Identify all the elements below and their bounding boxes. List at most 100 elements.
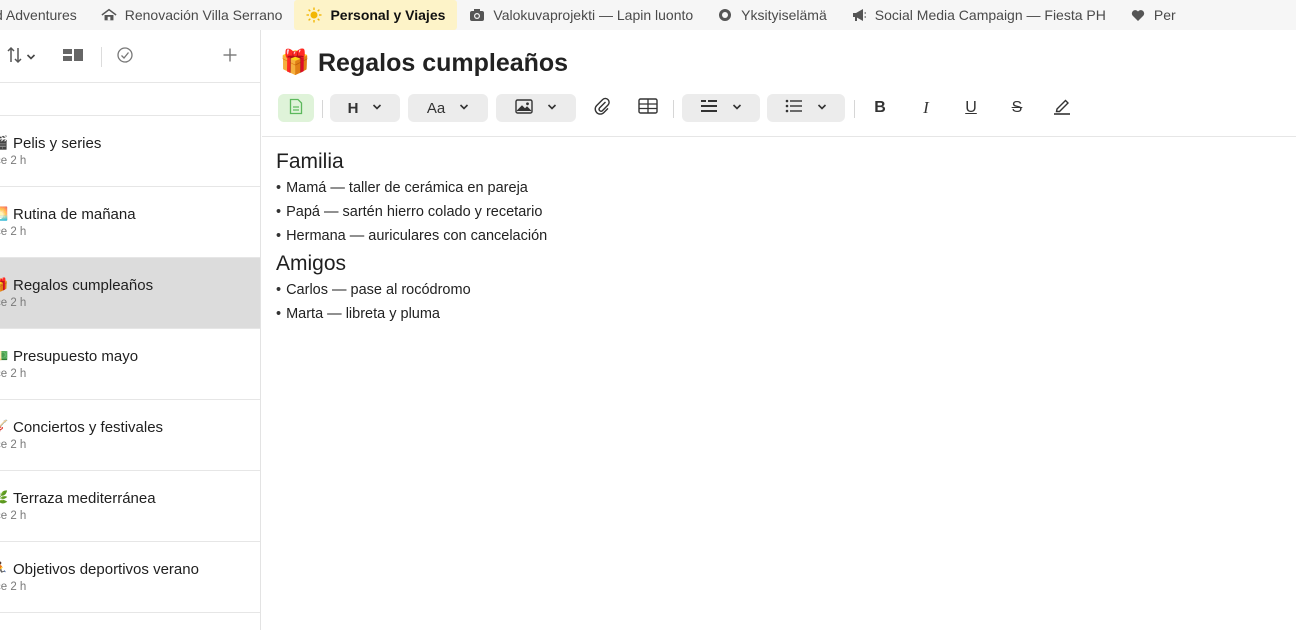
bold-button[interactable]: B	[866, 94, 894, 122]
toolbar-divider-line	[262, 136, 1296, 137]
highlight-button[interactable]	[1048, 94, 1076, 122]
chat-bubble-icon	[717, 7, 733, 23]
bullet-list-icon	[785, 99, 803, 117]
italic-button[interactable]: I	[912, 94, 940, 122]
note-timestamp: ce 2 h	[0, 581, 27, 593]
add-note-button[interactable]	[222, 47, 238, 67]
section-heading: Familia	[276, 150, 344, 173]
toolbar-divider	[322, 100, 323, 118]
tab-social-media-campaign[interactable]: Social Media Campaign — Fiesta PH	[839, 0, 1118, 30]
tab-label: Valokuvaprojekti — Lapin luonto	[493, 7, 694, 23]
tab-label: Yksityiselämä	[741, 7, 827, 23]
note-title: Pelis y series	[13, 135, 102, 152]
tab-per[interactable]: Per	[1118, 0, 1188, 30]
check-circle-icon	[116, 46, 134, 69]
list-item-note-selected[interactable]: 🎁 Regalos cumpleaños ce 2 h	[0, 258, 260, 329]
sort-button[interactable]	[6, 46, 36, 69]
note-emoji: 🌿	[0, 490, 8, 506]
note-emoji: 🏃	[0, 561, 8, 577]
note-emoji: 🌅	[0, 206, 8, 222]
bullet-marker: •	[276, 306, 282, 322]
list-item-text: Marta — libreta y pluma	[286, 306, 440, 322]
bullet-marker: •	[276, 204, 282, 220]
note-title: Terraza mediterránea	[13, 490, 156, 507]
chevron-down-icon	[732, 102, 742, 114]
tab-label: Renovación Villa Serrano	[124, 7, 283, 23]
note-emoji: 🎬	[0, 135, 8, 151]
table-icon	[638, 98, 658, 118]
insert-image-dropdown[interactable]	[496, 94, 576, 122]
completed-filter-button[interactable]	[116, 46, 134, 69]
note-title: Presupuesto mayo	[13, 348, 139, 365]
list-item: • Papá — sartén hierro colado y recetario	[276, 200, 1276, 224]
note-title-emoji[interactable]: 🎁	[280, 48, 310, 78]
note-timestamp: ce 2 h	[0, 297, 27, 309]
list-style-dropdown[interactable]	[767, 94, 845, 122]
tab-renovacion-villa-serrano[interactable]: Renovación Villa Serrano	[89, 0, 295, 30]
toolbar-divider	[673, 100, 674, 118]
note-title: Regalos cumpleaños	[13, 277, 154, 294]
list-item-note[interactable]: 🏃 Objetivos deportivos verano ce 2 h	[0, 542, 260, 613]
section-heading: Amigos	[276, 252, 347, 275]
tab-label: Personal y Viajes	[330, 7, 446, 23]
list-item: • Hermana — auriculares con cancelación	[276, 224, 1276, 248]
highlighter-icon	[1053, 97, 1071, 119]
toolbar-divider	[101, 47, 102, 67]
list-item: • Marta — libreta y pluma	[276, 302, 1276, 326]
tab-personal-y-viajes[interactable]: Personal y Viajes	[294, 0, 458, 30]
chevron-down-icon	[372, 102, 382, 114]
heading-label: H	[347, 99, 359, 117]
toolbar-divider	[854, 100, 855, 118]
list-item: • Mamá — taller de cerámica en pareja	[276, 176, 1276, 200]
note-emoji: 🎸	[0, 419, 8, 435]
bullet-marker: •	[276, 180, 282, 196]
strikethrough-button[interactable]: S	[1003, 94, 1031, 122]
insert-table-button[interactable]	[634, 94, 662, 122]
grid-view-icon	[62, 48, 84, 67]
list-item-note[interactable]: 🌿 Terraza mediterránea ce 2 h	[0, 471, 260, 542]
tab-valokuvaprojekti[interactable]: Valokuvaprojekti — Lapin luonto	[457, 0, 705, 30]
plus-icon	[222, 47, 238, 68]
chevron-down-icon	[817, 102, 827, 114]
chevron-down-icon	[459, 102, 469, 114]
document-mode-button[interactable]	[278, 94, 314, 122]
list-item-note[interactable]: 🌅 Rutina de mañana ce 2 h	[0, 187, 260, 258]
paperclip-icon	[594, 97, 610, 119]
note-emoji: 🎁	[0, 277, 8, 293]
chevron-down-icon	[547, 102, 557, 114]
note-emoji: 💵	[0, 348, 8, 364]
font-label: Aa	[426, 99, 446, 117]
heading-dropdown[interactable]: H	[330, 94, 400, 122]
list-item-note[interactable]: 🎸 Conciertos y festivales ce 2 h	[0, 400, 260, 471]
heart-icon	[1130, 7, 1146, 23]
note-timestamp: ce 2 h	[0, 368, 27, 380]
list-item-text: Mamá — taller de cerámica en pareja	[286, 180, 528, 196]
image-icon	[515, 98, 533, 118]
paragraph-align-icon	[700, 99, 718, 117]
document-icon	[289, 98, 303, 119]
note-header: 🎁 Regalos cumpleaños	[280, 48, 568, 78]
tab-yksityiselama[interactable]: Yksityiselämä	[705, 0, 839, 30]
note-timestamp: ce 2 h	[0, 510, 27, 522]
workspace-tab-bar: d Adventures Renovación Villa Serrano Pe…	[0, 0, 1296, 30]
note-editor: 🎁 Regalos cumpleaños H Aa B I U S Famili…	[262, 30, 1296, 630]
sidebar-toolbar	[0, 30, 260, 83]
list-item: • Carlos — pase al rocódromo	[276, 278, 1276, 302]
tab-label: Social Media Campaign — Fiesta PH	[874, 7, 1106, 23]
bullet-marker: •	[276, 228, 282, 244]
view-mode-button[interactable]	[62, 47, 84, 67]
tab-adventures[interactable]: d Adventures	[0, 0, 89, 30]
note-body[interactable]: Familia • Mamá — taller de cerámica en pa…	[276, 148, 1276, 326]
underline-button[interactable]: U	[957, 94, 985, 122]
attach-file-button[interactable]	[588, 94, 616, 122]
house-icon	[101, 7, 117, 23]
list-item-note[interactable]: 💵 Presupuesto mayo ce 2 h	[0, 329, 260, 400]
paragraph-style-dropdown[interactable]	[682, 94, 760, 122]
sidebar-search-area[interactable]	[0, 83, 260, 116]
notes-sidebar: 🎬 Pelis y series ce 2 h 🌅 Rutina de maña…	[0, 30, 261, 630]
tab-label: d Adventures	[0, 7, 77, 23]
sort-icon	[6, 46, 24, 69]
font-dropdown[interactable]: Aa	[408, 94, 488, 122]
list-item-note[interactable]: 🎬 Pelis y series ce 2 h	[0, 116, 260, 187]
page-title[interactable]: Regalos cumpleaños	[318, 49, 568, 78]
